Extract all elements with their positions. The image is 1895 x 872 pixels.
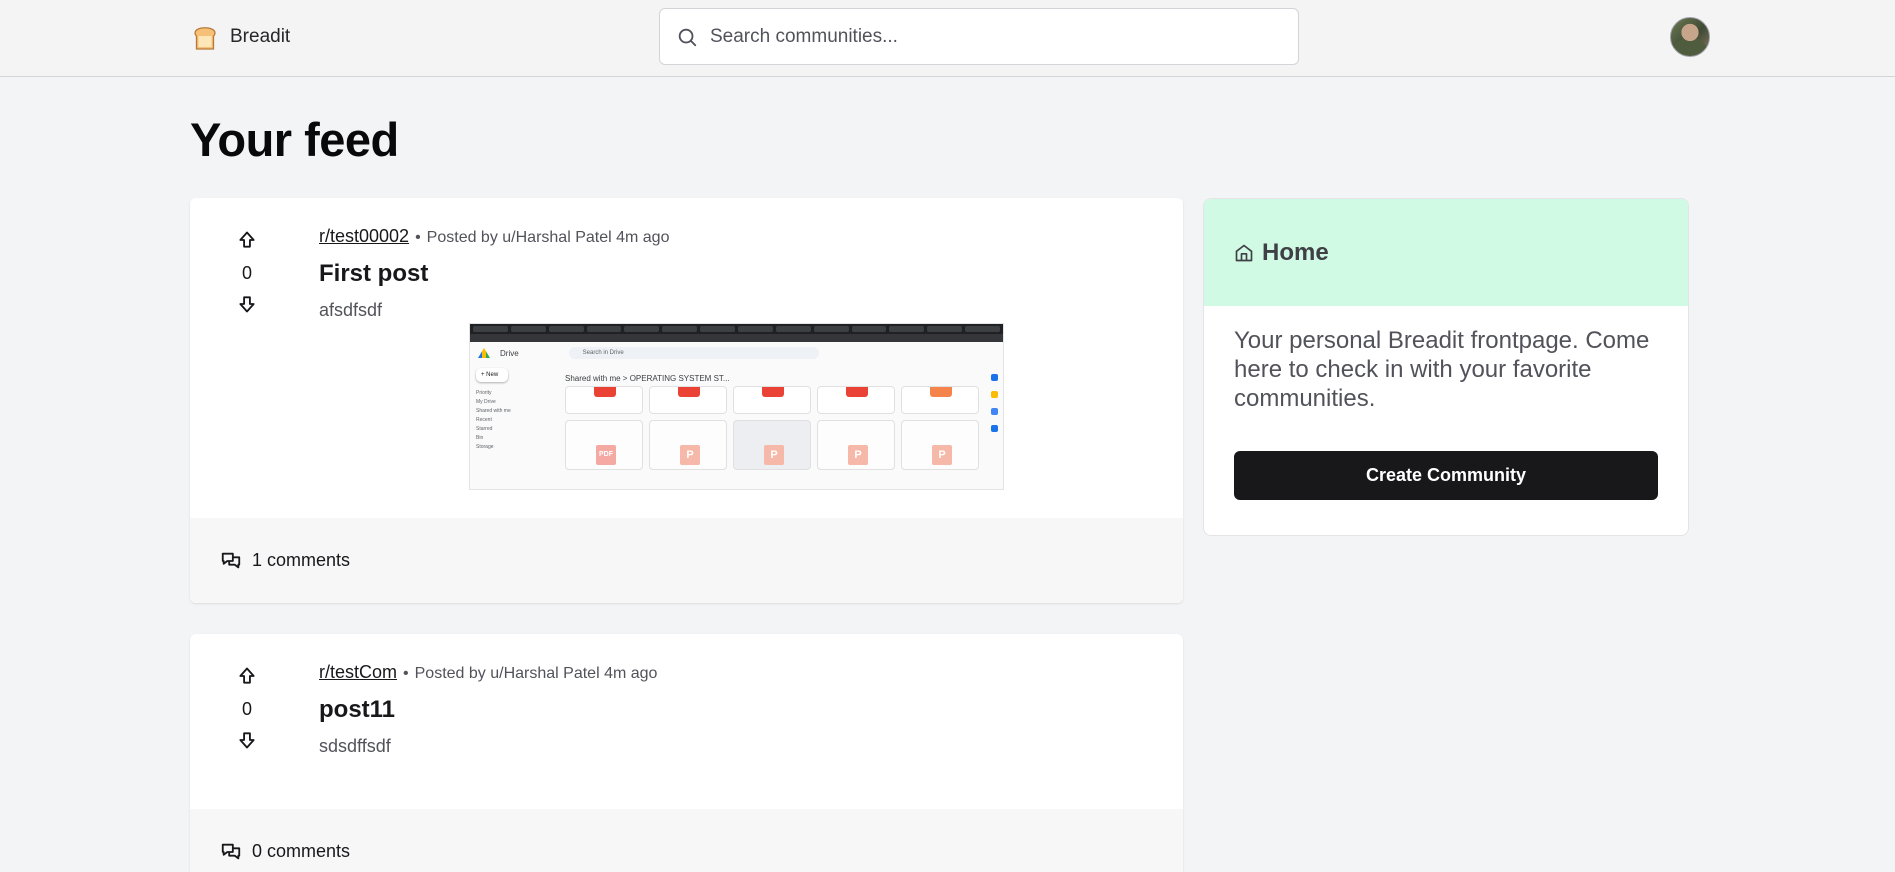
drive-new-button: + New bbox=[476, 368, 508, 382]
sidebar-description: Your personal Breadit frontpage. Come he… bbox=[1234, 327, 1650, 412]
home-icon bbox=[1235, 244, 1253, 261]
drive-file-grid bbox=[565, 386, 985, 470]
drive-header: Drive Search in Drive bbox=[470, 342, 1003, 364]
downvote-button[interactable] bbox=[230, 290, 264, 320]
file-tile bbox=[817, 420, 895, 470]
post-author-time: Posted by u/Harshal Patel 4m ago bbox=[414, 665, 658, 682]
browser-urlbar bbox=[470, 334, 1003, 342]
subreddit-link[interactable]: r/test00002 bbox=[319, 226, 409, 246]
comments-link[interactable]: 1 comments bbox=[190, 518, 1183, 603]
vote-count: 0 bbox=[241, 263, 252, 283]
drive-nav-item: Starred bbox=[476, 426, 493, 432]
post-card: 0 r/testCom • Posted by u/Harshal Patel 4m… bbox=[190, 634, 1183, 872]
search-input[interactable] bbox=[710, 25, 1270, 48]
file-tile bbox=[901, 420, 979, 470]
vote-count: 0 bbox=[241, 699, 252, 719]
arrow-down-icon bbox=[239, 731, 255, 748]
file-tile bbox=[565, 420, 643, 470]
post-meta: r/test00002 • Posted by u/Harshal Patel 4m… bbox=[319, 226, 669, 247]
file-tile bbox=[817, 386, 895, 414]
home-sidebar-card: Home Your personal Breadit frontpage. Co… bbox=[1203, 198, 1689, 536]
post-meta: r/testCom • Posted by u/Harshal Patel 4m a… bbox=[319, 662, 657, 683]
upvote-button[interactable] bbox=[230, 226, 264, 256]
drive-name: Drive bbox=[500, 348, 519, 358]
post-title[interactable]: post11 bbox=[319, 696, 395, 724]
drive-nav-item: Priority bbox=[476, 390, 492, 396]
vote-controls: 0 bbox=[230, 662, 264, 756]
browser-tabbar bbox=[470, 324, 1003, 334]
arrow-down-icon bbox=[239, 295, 255, 312]
search-icon bbox=[678, 28, 697, 46]
drive-sidebar: + New Priority My Drive Shared with me R… bbox=[476, 368, 546, 453]
upvote-button[interactable] bbox=[230, 662, 264, 692]
comments-link[interactable]: 0 comments bbox=[190, 809, 1183, 872]
post-card: 0 r/test00002 • Posted by u/Harshal Patel … bbox=[190, 198, 1183, 603]
drive-nav-item: Recent bbox=[476, 417, 492, 423]
comments-count: 0 comments bbox=[252, 841, 351, 861]
meta-separator: • bbox=[403, 665, 409, 682]
arrow-up-icon bbox=[239, 667, 255, 684]
meta-separator: • bbox=[415, 229, 421, 246]
drive-side-panel bbox=[991, 374, 999, 432]
drive-search: Search in Drive bbox=[568, 347, 819, 359]
create-community-button[interactable]: Create Community bbox=[1234, 451, 1658, 500]
file-tile bbox=[649, 386, 727, 414]
file-tile bbox=[565, 386, 643, 414]
message-squares-icon bbox=[221, 843, 241, 859]
message-squares-icon bbox=[221, 552, 241, 568]
post-author-time: Posted by u/Harshal Patel 4m ago bbox=[426, 229, 670, 246]
drive-nav-item: Bin bbox=[476, 435, 484, 441]
navbar: Breadit bbox=[0, 0, 1895, 77]
post-title[interactable]: First post bbox=[319, 260, 428, 288]
user-avatar[interactable] bbox=[1670, 17, 1710, 57]
file-tile bbox=[649, 420, 727, 470]
comments-count: 1 comments bbox=[252, 550, 351, 570]
file-tile bbox=[901, 386, 979, 414]
page-title: Your feed bbox=[190, 113, 399, 166]
post-image: Drive Search in Drive + New Priority My … bbox=[469, 323, 1004, 490]
drive-breadcrumb: Shared with me > OPERATING SYSTEM ST... bbox=[565, 374, 730, 383]
downvote-button[interactable] bbox=[230, 726, 264, 756]
brand-name: Breadit bbox=[230, 26, 291, 47]
bread-icon bbox=[194, 27, 216, 50]
brand-link[interactable]: Breadit bbox=[190, 21, 290, 53]
drive-logo-icon bbox=[478, 348, 490, 358]
drive-nav-item: Shared with me bbox=[476, 408, 511, 414]
search-bar[interactable] bbox=[659, 8, 1299, 65]
drive-nav-item: Storage bbox=[476, 444, 494, 450]
post-body: sdsdffsdf bbox=[319, 736, 391, 756]
vote-controls: 0 bbox=[230, 226, 264, 320]
subreddit-link[interactable]: r/testCom bbox=[319, 662, 397, 682]
drive-nav-item: My Drive bbox=[476, 399, 496, 405]
sidebar-title: Home bbox=[1262, 238, 1329, 266]
file-tile bbox=[733, 386, 811, 414]
file-tile bbox=[733, 420, 811, 470]
post-body: afsdfsdf bbox=[319, 300, 383, 320]
arrow-up-icon bbox=[239, 231, 255, 248]
sidebar-header: Home bbox=[1204, 199, 1688, 306]
